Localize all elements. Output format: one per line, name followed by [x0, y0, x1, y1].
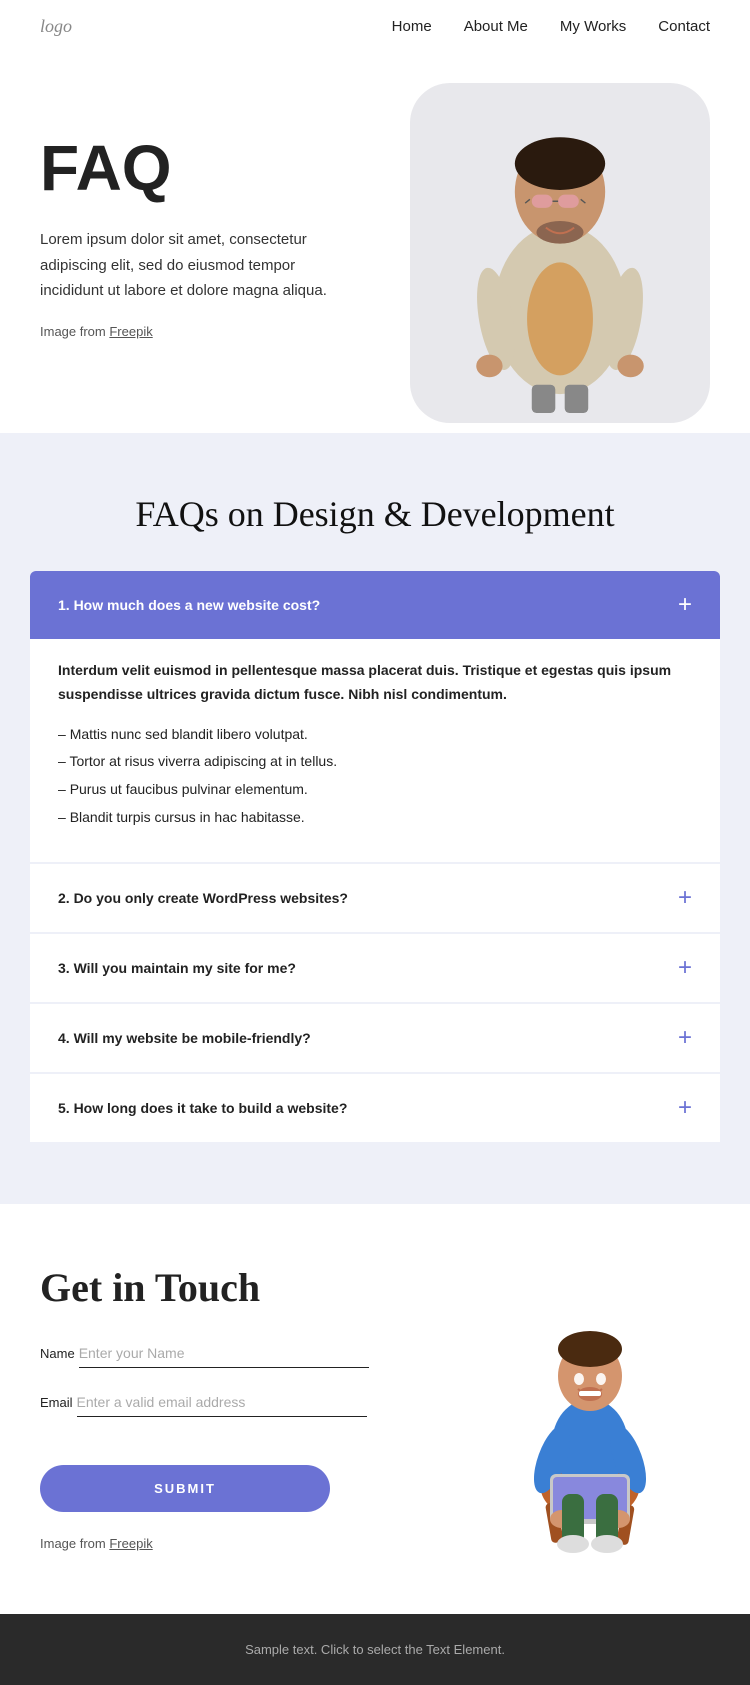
- contact-image-credit: Image from Freepik: [40, 1536, 430, 1551]
- faq-question-4[interactable]: 4. Will my website be mobile-friendly? +: [30, 1004, 720, 1072]
- contact-illustration: [470, 1264, 710, 1554]
- faq-section-title: FAQs on Design & Development: [30, 493, 720, 535]
- hero-text: FAQ Lorem ipsum dolor sit amet, consecte…: [40, 93, 410, 339]
- faq-item-1: 1. How much does a new website cost? + I…: [30, 571, 720, 862]
- contact-email-field: Email: [40, 1388, 430, 1417]
- contact-left: Get in Touch Name Email SUBMIT Image fro…: [40, 1264, 430, 1551]
- hero-title: FAQ: [40, 133, 410, 203]
- faq-item-4: 4. Will my website be mobile-friendly? +: [30, 1004, 720, 1072]
- faq-plus-icon-5: +: [678, 1096, 692, 1120]
- hero-person-illustration: [430, 93, 690, 413]
- faq-answer-bold-1: Interdum velit euismod in pellentesque m…: [58, 659, 692, 707]
- faq-item-3: 3. Will you maintain my site for me? +: [30, 934, 720, 1002]
- faq-question-label-5: 5. How long does it take to build a webs…: [58, 1100, 347, 1116]
- footer-text: Sample text. Click to select the Text El…: [245, 1642, 505, 1657]
- contact-name-label: Name: [40, 1346, 75, 1361]
- faq-question-label-4: 4. Will my website be mobile-friendly?: [58, 1030, 311, 1046]
- contact-name-input[interactable]: [79, 1339, 369, 1368]
- faq-item-5: 5. How long does it take to build a webs…: [30, 1074, 720, 1142]
- faq-plus-icon-2: +: [678, 886, 692, 910]
- contact-title: Get in Touch: [40, 1264, 430, 1311]
- faq-question-5[interactable]: 5. How long does it take to build a webs…: [30, 1074, 720, 1142]
- nav-home[interactable]: Home: [392, 18, 432, 35]
- contact-section: Get in Touch Name Email SUBMIT Image fro…: [0, 1204, 750, 1614]
- faq-question-label-2: 2. Do you only create WordPress websites…: [58, 890, 348, 906]
- contact-submit-button[interactable]: SUBMIT: [40, 1465, 330, 1512]
- hero-image-credit: Image from Freepik: [40, 324, 410, 339]
- faq-answer-1: Interdum velit euismod in pellentesque m…: [30, 639, 720, 862]
- nav-contact[interactable]: Contact: [658, 18, 710, 35]
- nav-about[interactable]: About Me: [464, 18, 528, 35]
- navbar: logo Home About Me My Works Contact: [0, 0, 750, 53]
- contact-name-field: Name: [40, 1339, 430, 1368]
- faq-question-label-1: 1. How much does a new website cost?: [58, 597, 320, 613]
- faq-list-item: Blandit turpis cursus in hac habitasse.: [58, 806, 692, 830]
- hero-section: FAQ Lorem ipsum dolor sit amet, consecte…: [0, 53, 750, 433]
- hero-image: [410, 83, 710, 423]
- faq-list-item: Mattis nunc sed blandit libero volutpat.: [58, 723, 692, 747]
- faq-plus-icon-1: +: [678, 593, 692, 617]
- faq-plus-icon-4: +: [678, 1026, 692, 1050]
- nav-links: Home About Me My Works Contact: [392, 18, 710, 35]
- faq-list: 1. How much does a new website cost? + I…: [30, 571, 720, 1144]
- faq-list-item: Tortor at risus viverra adipiscing at in…: [58, 750, 692, 774]
- footer: Sample text. Click to select the Text El…: [0, 1614, 750, 1685]
- contact-email-input[interactable]: [77, 1388, 367, 1417]
- hero-freepik-link[interactable]: Freepik: [109, 324, 152, 339]
- faq-plus-icon-3: +: [678, 956, 692, 980]
- contact-person-illustration: [490, 1294, 690, 1554]
- logo: logo: [40, 16, 72, 37]
- contact-freepik-link[interactable]: Freepik: [109, 1536, 152, 1551]
- contact-email-label: Email: [40, 1395, 73, 1410]
- hero-description: Lorem ipsum dolor sit amet, consectetur …: [40, 227, 350, 304]
- faq-question-2[interactable]: 2. Do you only create WordPress websites…: [30, 864, 720, 932]
- faq-list-item: Purus ut faucibus pulvinar elementum.: [58, 778, 692, 802]
- faq-item-2: 2. Do you only create WordPress websites…: [30, 864, 720, 932]
- faq-question-1[interactable]: 1. How much does a new website cost? +: [30, 571, 720, 639]
- nav-works[interactable]: My Works: [560, 18, 626, 35]
- faq-section: FAQs on Design & Development 1. How much…: [0, 433, 750, 1204]
- faq-answer-list-1: Mattis nunc sed blandit libero volutpat.…: [58, 723, 692, 830]
- faq-question-label-3: 3. Will you maintain my site for me?: [58, 960, 296, 976]
- faq-question-3[interactable]: 3. Will you maintain my site for me? +: [30, 934, 720, 1002]
